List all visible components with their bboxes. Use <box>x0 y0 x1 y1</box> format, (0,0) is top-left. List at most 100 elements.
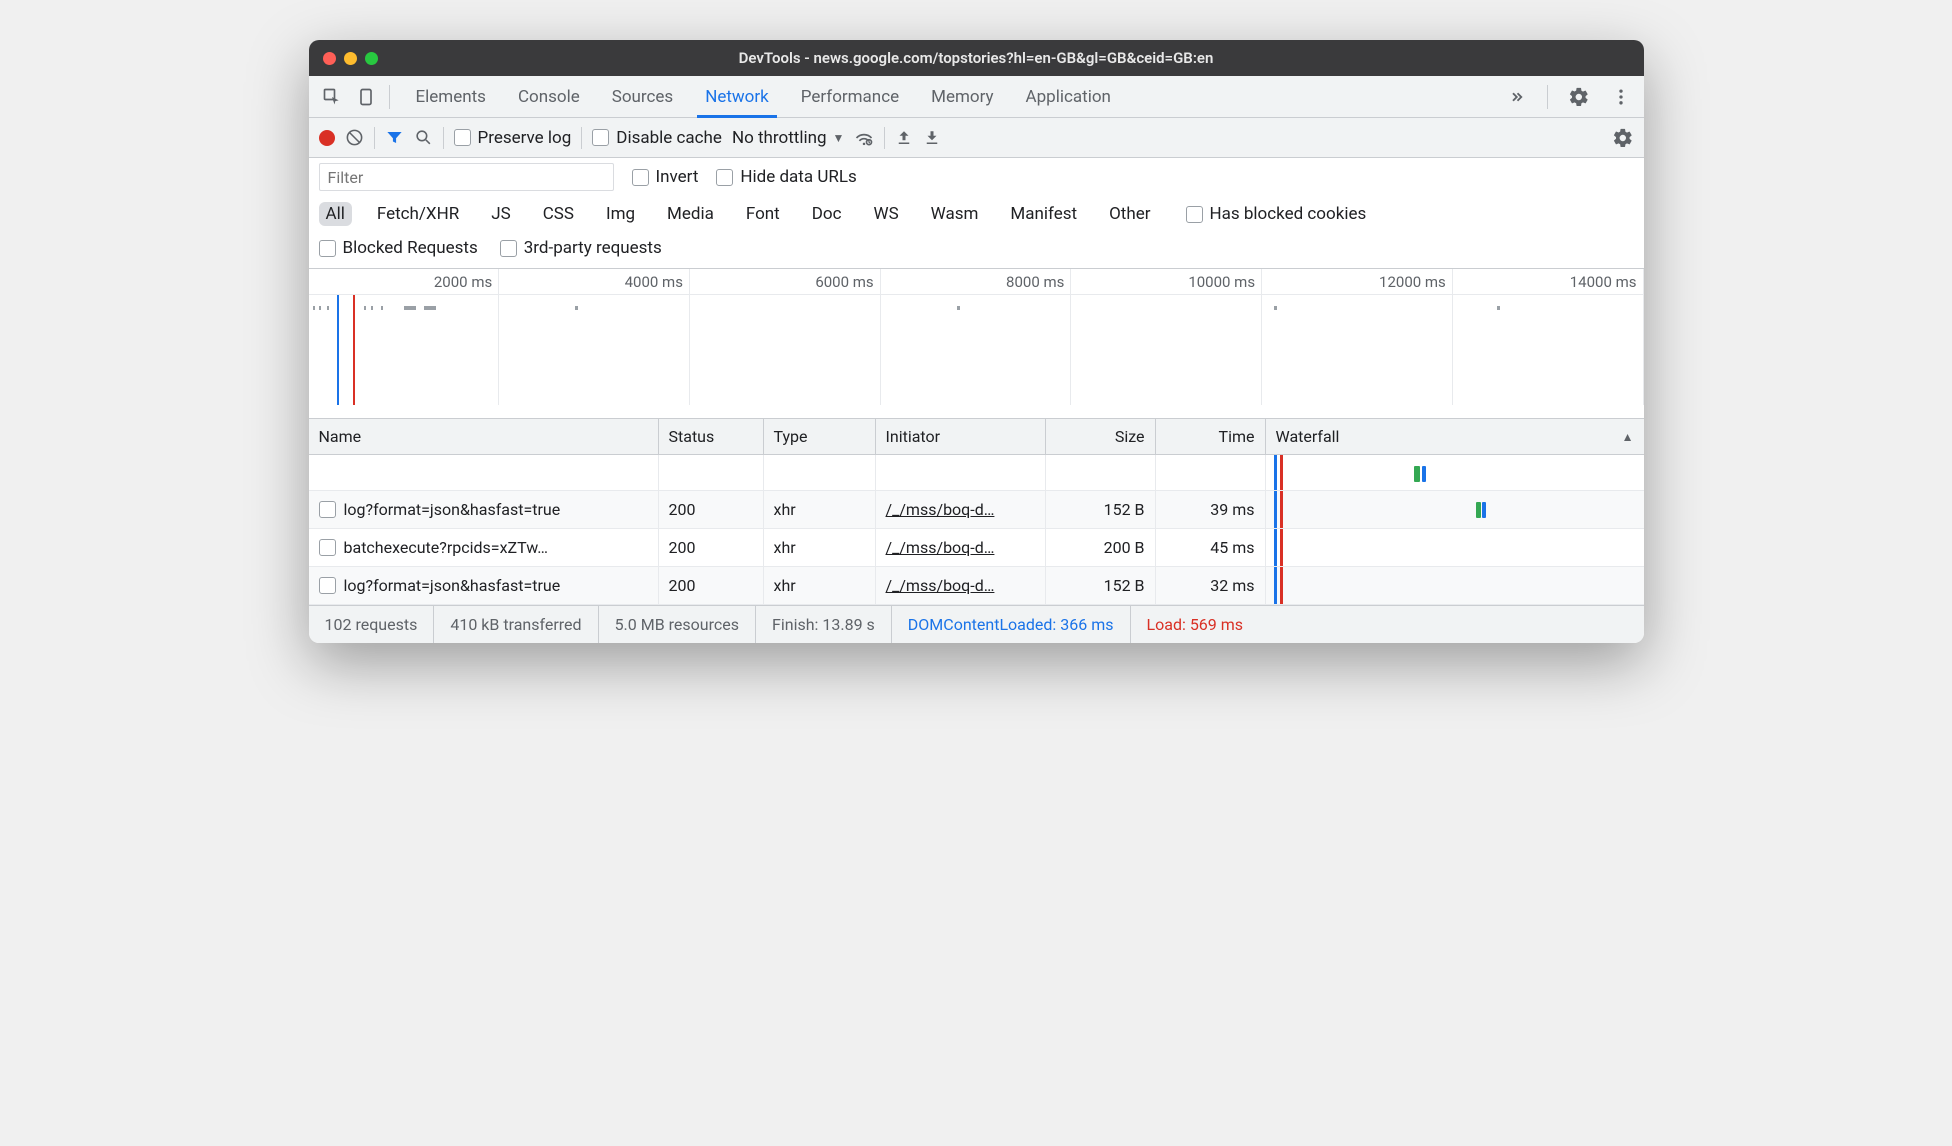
tab-elements[interactable]: Elements <box>400 76 502 118</box>
tab-network[interactable]: Network <box>689 76 785 118</box>
chevron-down-icon: ▼ <box>833 131 845 145</box>
timeline-activity <box>309 303 1644 313</box>
divider <box>443 127 444 149</box>
col-waterfall[interactable]: Waterfall▲ <box>1266 419 1644 454</box>
hide-data-urls-checkbox[interactable]: Hide data URLs <box>716 167 856 187</box>
request-type: xhr <box>764 491 876 528</box>
sort-indicator-icon: ▲ <box>1622 430 1634 444</box>
load-line <box>1280 567 1283 604</box>
hide-data-urls-label: Hide data URLs <box>740 167 856 187</box>
request-status: 200 <box>659 567 764 604</box>
finish-time: Finish: 13.89 s <box>756 606 892 643</box>
panel-tabs-row: Elements Console Sources Network Perform… <box>309 76 1644 118</box>
inspect-element-icon[interactable] <box>315 76 349 118</box>
titlebar: DevTools - news.google.com/topstories?hl… <box>309 40 1644 76</box>
network-settings-icon[interactable] <box>1612 127 1634 149</box>
has-blocked-cookies-checkbox[interactable]: Has blocked cookies <box>1186 204 1367 224</box>
kebab-menu-icon[interactable] <box>1604 76 1638 118</box>
load-line <box>1280 529 1283 566</box>
type-other[interactable]: Other <box>1102 202 1157 226</box>
filter-icon[interactable] <box>385 128 404 147</box>
maximize-window-button[interactable] <box>365 52 378 65</box>
more-tabs-icon[interactable] <box>1499 76 1533 118</box>
blocked-requests-checkbox[interactable]: Blocked Requests <box>319 238 478 258</box>
request-name: log?format=json&hasfast=true <box>344 500 561 519</box>
resource-type-filters: All Fetch/XHR JS CSS Img Media Font Doc … <box>309 196 1644 232</box>
table-body: log?format=json&hasfast=true 200 xhr /_/… <box>309 491 1644 605</box>
clear-button[interactable] <box>345 128 364 147</box>
col-name[interactable]: Name <box>309 419 659 454</box>
tick: 10000 ms <box>1071 269 1262 294</box>
type-css[interactable]: CSS <box>536 202 581 226</box>
third-party-label: 3rd-party requests <box>524 238 662 258</box>
type-all[interactable]: All <box>319 202 352 226</box>
close-window-button[interactable] <box>323 52 336 65</box>
divider <box>1547 85 1548 109</box>
panel-tabs: Elements Console Sources Network Perform… <box>400 76 1127 118</box>
tab-performance[interactable]: Performance <box>785 76 915 118</box>
request-initiator[interactable]: /_/mss/boq-d… <box>886 538 995 557</box>
type-ws[interactable]: WS <box>866 202 905 226</box>
row-checkbox[interactable] <box>319 539 336 556</box>
table-row[interactable]: batchexecute?rpcids=xZTw… 200 xhr /_/mss… <box>309 529 1644 567</box>
table-row[interactable]: log?format=json&hasfast=true 200 xhr /_/… <box>309 491 1644 529</box>
tab-console[interactable]: Console <box>502 76 596 118</box>
request-initiator[interactable]: /_/mss/boq-d… <box>886 576 995 595</box>
invert-label: Invert <box>656 167 699 187</box>
extras-row: Blocked Requests 3rd-party requests <box>309 232 1644 269</box>
type-js[interactable]: JS <box>484 202 517 226</box>
settings-icon[interactable] <box>1562 76 1596 118</box>
minimize-window-button[interactable] <box>344 52 357 65</box>
type-font[interactable]: Font <box>739 202 787 226</box>
overview-timeline[interactable]: 2000 ms 4000 ms 6000 ms 8000 ms 10000 ms… <box>309 269 1644 419</box>
tab-sources[interactable]: Sources <box>596 76 689 118</box>
col-type[interactable]: Type <box>764 419 876 454</box>
preserve-log-checkbox[interactable]: Preserve log <box>454 128 572 148</box>
table-row[interactable]: log?format=json&hasfast=true 200 xhr /_/… <box>309 567 1644 605</box>
type-manifest[interactable]: Manifest <box>1003 202 1084 226</box>
type-img[interactable]: Img <box>599 202 642 226</box>
resources-size: 5.0 MB resources <box>599 606 756 643</box>
row-checkbox[interactable] <box>319 577 336 594</box>
request-status: 200 <box>659 529 764 566</box>
device-toolbar-icon[interactable] <box>349 76 383 118</box>
invert-checkbox[interactable]: Invert <box>632 167 699 187</box>
request-status: 200 <box>659 491 764 528</box>
col-initiator[interactable]: Initiator <box>876 419 1046 454</box>
window-controls <box>323 52 378 65</box>
waterfall-prelude <box>309 455 1644 491</box>
preserve-log-label: Preserve log <box>478 128 572 148</box>
download-har-icon[interactable] <box>923 129 941 147</box>
has-blocked-cookies-label: Has blocked cookies <box>1210 204 1367 224</box>
filter-input[interactable] <box>319 163 614 191</box>
tick: 14000 ms <box>1453 269 1644 294</box>
throttling-select[interactable]: No throttling ▼ <box>732 128 844 148</box>
table-header: Name Status Type Initiator Size Time Wat… <box>309 419 1644 455</box>
type-media[interactable]: Media <box>660 202 721 226</box>
divider <box>581 127 582 149</box>
waterfall-bar <box>1482 502 1486 518</box>
network-conditions-icon[interactable] <box>854 128 874 148</box>
upload-har-icon[interactable] <box>895 129 913 147</box>
third-party-requests-checkbox[interactable]: 3rd-party requests <box>500 238 662 258</box>
col-status[interactable]: Status <box>659 419 764 454</box>
type-wasm[interactable]: Wasm <box>924 202 986 226</box>
tab-application[interactable]: Application <box>1010 76 1127 118</box>
load-line <box>1280 455 1283 490</box>
disable-cache-label: Disable cache <box>616 128 722 148</box>
disable-cache-checkbox[interactable]: Disable cache <box>592 128 722 148</box>
type-doc[interactable]: Doc <box>805 202 849 226</box>
tick: 4000 ms <box>499 269 690 294</box>
row-checkbox[interactable] <box>319 501 336 518</box>
tab-memory[interactable]: Memory <box>915 76 1009 118</box>
request-type: xhr <box>764 529 876 566</box>
search-icon[interactable] <box>414 128 433 147</box>
request-initiator[interactable]: /_/mss/boq-d… <box>886 500 995 519</box>
record-button[interactable] <box>319 130 335 146</box>
type-fetch-xhr[interactable]: Fetch/XHR <box>370 202 466 226</box>
col-time[interactable]: Time <box>1156 419 1266 454</box>
network-toolbar: Preserve log Disable cache No throttling… <box>309 118 1644 158</box>
col-size[interactable]: Size <box>1046 419 1156 454</box>
timeline-body <box>309 295 1644 405</box>
load-line <box>1280 491 1283 528</box>
